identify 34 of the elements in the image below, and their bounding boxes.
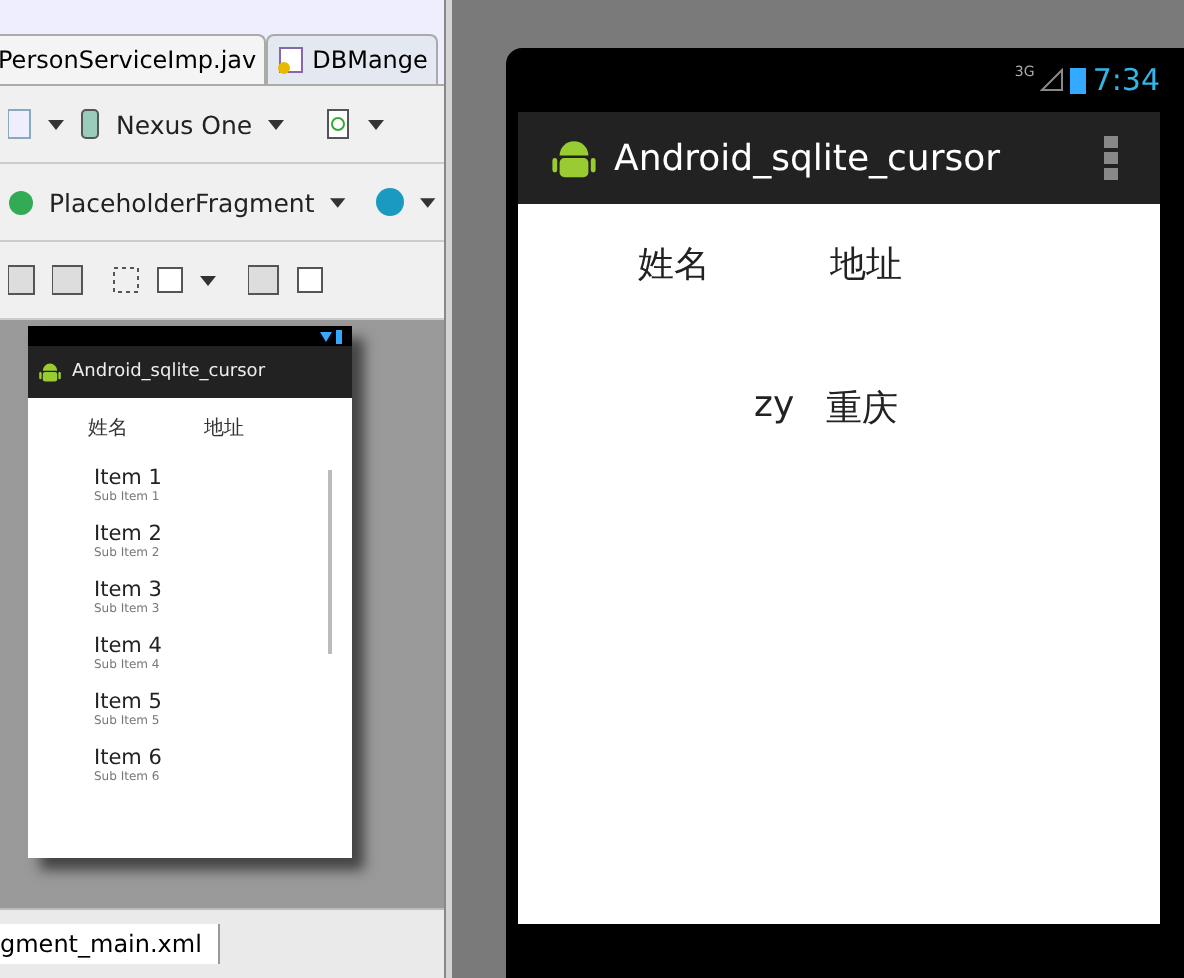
caret-icon[interactable]	[368, 119, 385, 129]
address-cell-text: 重庆	[826, 386, 899, 432]
java-file-icon	[276, 46, 305, 74]
column-header: 姓名	[638, 242, 710, 288]
caret-icon[interactable]	[268, 119, 285, 129]
editor-tab[interactable]: DBMange	[266, 34, 438, 84]
overflow-menu-icon[interactable]	[1104, 136, 1120, 180]
item-title: Item 6	[94, 746, 164, 770]
column-header: 地址	[830, 242, 902, 288]
caret-icon[interactable]	[330, 197, 346, 207]
item-title: Item 4	[94, 634, 164, 658]
phone-icon	[80, 108, 100, 140]
column-header: 地址	[204, 415, 244, 442]
android-icon	[38, 360, 62, 384]
caret-icon[interactable]	[420, 197, 436, 207]
editor-tab[interactable]: PersonServiceImp.jav	[0, 34, 267, 84]
file-tab[interactable]: gment_main.xml	[0, 924, 220, 964]
column-header: 姓名	[88, 416, 128, 442]
app-title: Android_sqlite_cursor	[614, 137, 1003, 179]
status-time: 7:34	[1092, 62, 1160, 98]
caret-icon[interactable]	[200, 275, 216, 285]
item-title: Item 2	[94, 522, 164, 546]
item-title: Item 3	[94, 578, 164, 602]
app-title: Android_sqlite_cursor	[72, 362, 266, 382]
item-title: Item 5	[94, 690, 164, 714]
name-cell-text: zy	[754, 384, 795, 430]
select-icon[interactable]	[112, 266, 140, 294]
battery-icon	[1070, 66, 1087, 94]
status-icons-icon	[320, 329, 344, 343]
signal-icon	[1040, 68, 1065, 92]
device-dropdown[interactable]: Nexus One	[116, 109, 253, 139]
fragment-dropdown[interactable]: PlaceholderFragment	[49, 187, 315, 217]
caret-icon[interactable]	[48, 119, 64, 129]
item-title: Item 1	[94, 466, 164, 490]
